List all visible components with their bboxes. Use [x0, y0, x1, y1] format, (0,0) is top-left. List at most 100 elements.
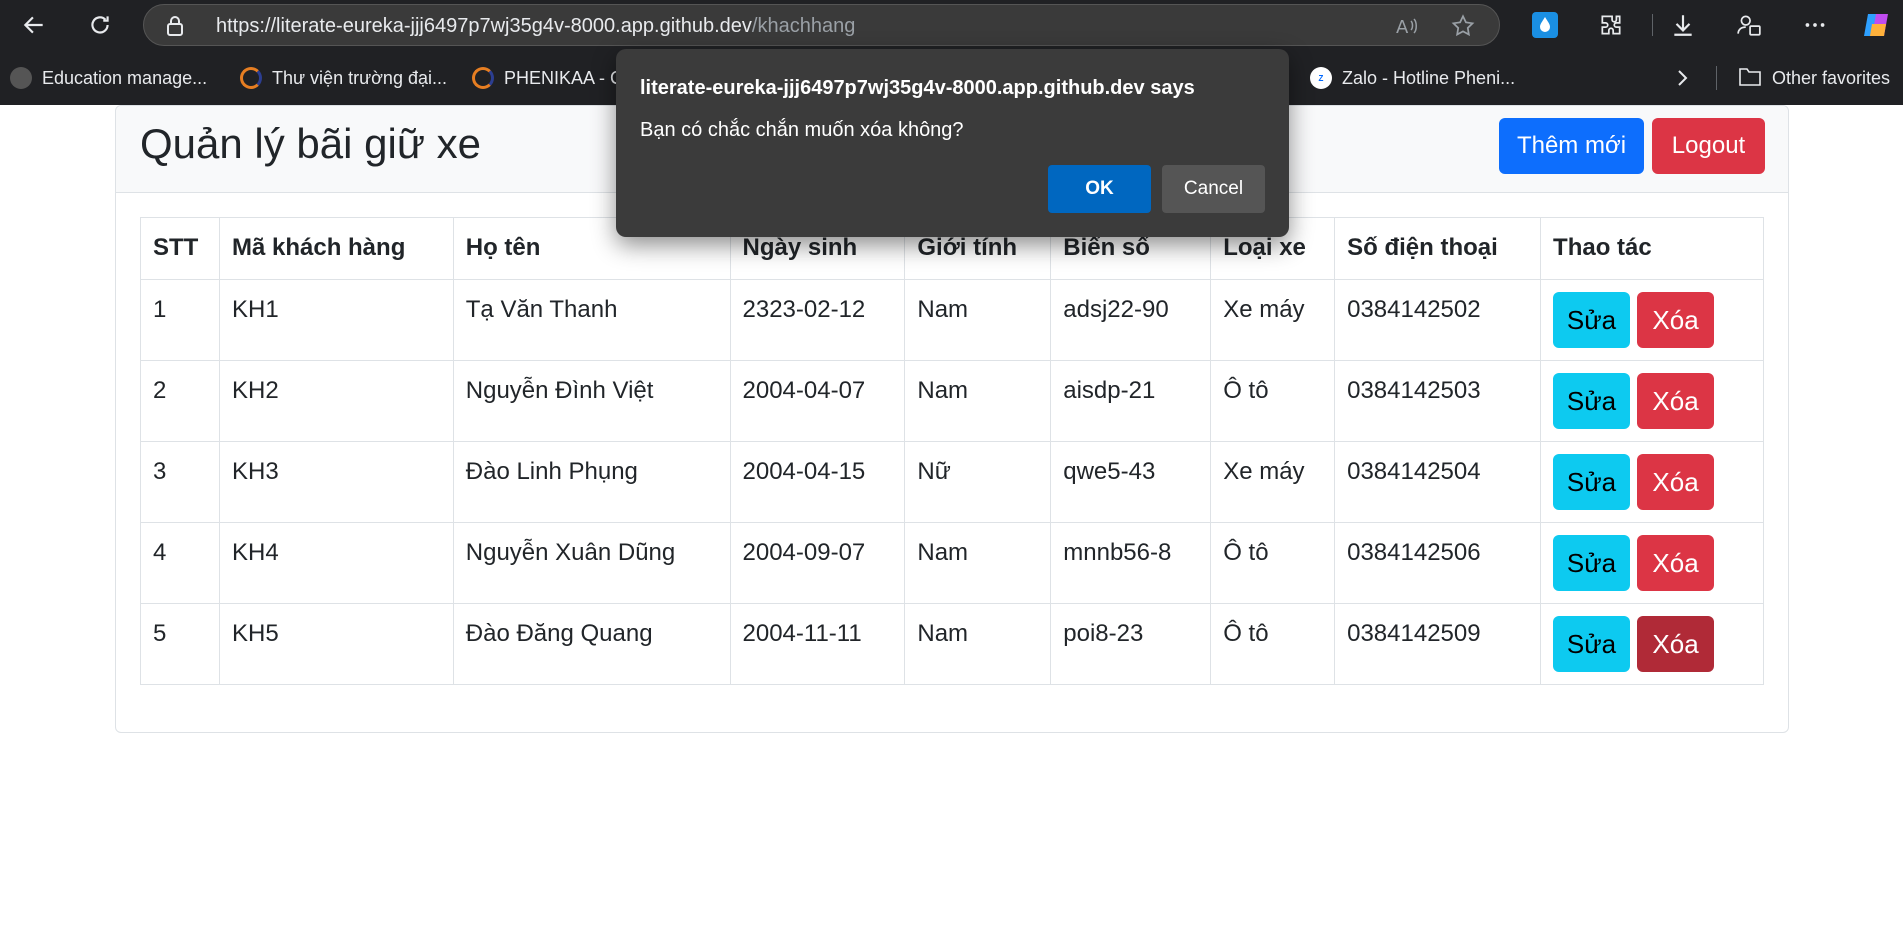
cell-ngay-sinh: 2004-04-15 — [729, 441, 906, 523]
extension-drop-icon[interactable] — [1530, 10, 1560, 40]
cell-actions: Sửa Xóa — [1540, 360, 1764, 442]
other-favorites-label: Other favorites — [1772, 67, 1891, 88]
delete-button[interactable]: Xóa — [1637, 292, 1715, 348]
table-row: 1 KH1 Tạ Văn Thanh 2323-02-12 Nam adsj22… — [140, 279, 1764, 361]
zalo-favicon-icon: Z — [1310, 67, 1332, 89]
profile-sync-icon[interactable] — [1734, 10, 1764, 40]
cell-ho-ten: Nguyễn Xuân Dũng — [452, 522, 731, 604]
svg-text:A: A — [1396, 17, 1409, 38]
favorite-star-icon[interactable] — [1450, 13, 1476, 39]
delete-button[interactable]: Xóa — [1637, 616, 1715, 672]
edit-button[interactable]: Sửa — [1553, 292, 1631, 348]
copilot-icon[interactable] — [1862, 10, 1892, 40]
cell-gioi-tinh: Nam — [904, 603, 1052, 685]
address-bar[interactable]: https://literate-eureka-jjj6497p7wj35g4v… — [143, 4, 1500, 46]
cell-ma-khach-hang: KH3 — [218, 441, 454, 523]
cell-stt: 4 — [140, 522, 220, 604]
education-favicon-icon — [10, 67, 32, 89]
bookmark-label: PHENIKAA - C — [504, 67, 624, 88]
header-stt: STT — [140, 217, 220, 280]
reload-icon[interactable] — [83, 8, 117, 42]
folder-icon — [1738, 65, 1762, 92]
delete-button[interactable]: Xóa — [1637, 454, 1715, 510]
bookmark-label: Thư viện trường đại... — [272, 67, 447, 88]
back-icon[interactable] — [17, 8, 51, 42]
table-row: 3 KH3 Đào Linh Phụng 2004-04-15 Nữ qwe5-… — [140, 441, 1764, 523]
cell-actions: Sửa Xóa — [1540, 441, 1764, 523]
cell-ho-ten: Đào Đăng Quang — [452, 603, 731, 685]
cell-ho-ten: Tạ Văn Thanh — [452, 279, 731, 361]
page-title: Quản lý bãi giữ xe — [140, 120, 481, 167]
edit-button[interactable]: Sửa — [1553, 373, 1631, 429]
read-aloud-icon[interactable]: A — [1394, 13, 1420, 39]
header-ma-khach-hang: Mã khách hàng — [218, 217, 454, 280]
cell-so-dien-thoai: 0384142509 — [1334, 603, 1542, 685]
cell-bien-so: mnnb56-8 — [1050, 522, 1212, 604]
dialog-ok-button[interactable]: OK — [1048, 165, 1151, 213]
cell-stt: 2 — [140, 360, 220, 442]
dialog-cancel-button[interactable]: Cancel — [1162, 165, 1265, 213]
bookmark-label: Zalo - Hotline Pheni... — [1342, 67, 1516, 88]
dialog-title: literate-eureka-jjj6497p7wj35g4v-8000.ap… — [640, 77, 1195, 99]
cell-so-dien-thoai: 0384142504 — [1334, 441, 1542, 523]
cell-loai-xe: Ô tô — [1210, 603, 1336, 685]
cell-bien-so: aisdp-21 — [1050, 360, 1212, 442]
add-new-button[interactable]: Thêm mới — [1499, 118, 1644, 174]
cell-loai-xe: Ô tô — [1210, 360, 1336, 442]
cell-ma-khach-hang: KH2 — [218, 360, 454, 442]
header-thao-tac: Thao tác — [1540, 217, 1764, 280]
cell-gioi-tinh: Nam — [904, 360, 1052, 442]
bookmarks-divider — [1716, 66, 1717, 90]
delete-button[interactable]: Xóa — [1637, 535, 1715, 591]
cell-bien-so: poi8-23 — [1050, 603, 1212, 685]
cell-loai-xe: Xe máy — [1210, 441, 1336, 523]
logout-button[interactable]: Logout — [1652, 118, 1765, 174]
cell-actions: Sửa Xóa — [1540, 279, 1764, 361]
customers-table: STT Mã khách hàng Họ tên Ngày sinh Giới … — [140, 217, 1764, 685]
cell-bien-so: adsj22-90 — [1050, 279, 1212, 361]
cell-loai-xe: Ô tô — [1210, 522, 1336, 604]
confirm-dialog: literate-eureka-jjj6497p7wj35g4v-8000.ap… — [616, 49, 1289, 237]
url-host: https://literate-eureka-jjj6497p7wj35g4v… — [216, 15, 752, 37]
cell-so-dien-thoai: 0384142502 — [1334, 279, 1542, 361]
cell-gioi-tinh: Nam — [904, 522, 1052, 604]
edit-button[interactable]: Sửa — [1553, 616, 1631, 672]
toolbar-divider — [1652, 14, 1653, 36]
extensions-icon[interactable] — [1596, 10, 1626, 40]
browser-toolbar: https://literate-eureka-jjj6497p7wj35g4v… — [0, 0, 1903, 50]
cell-actions: Sửa Xóa — [1540, 603, 1764, 685]
cell-ho-ten: Đào Linh Phụng — [452, 441, 731, 523]
cell-stt: 1 — [140, 279, 220, 361]
other-favorites[interactable]: Other favorites — [1738, 64, 1890, 92]
cell-stt: 3 — [140, 441, 220, 523]
bookmark-phenikaa[interactable]: PHENIKAA - C — [472, 64, 623, 92]
cell-ma-khach-hang: KH1 — [218, 279, 454, 361]
phenikaa-favicon-icon — [472, 67, 494, 89]
bookmark-label: Education manage... — [42, 67, 208, 88]
url-text: https://literate-eureka-jjj6497p7wj35g4v… — [216, 15, 855, 38]
cell-ngay-sinh: 2004-04-07 — [729, 360, 906, 442]
bookmark-education[interactable]: Education manage... — [10, 64, 207, 92]
more-menu-icon[interactable] — [1800, 10, 1830, 40]
cell-gioi-tinh: Nữ — [904, 441, 1052, 523]
cell-bien-so: qwe5-43 — [1050, 441, 1212, 523]
bookmark-thu-vien[interactable]: Thư viện trường đại... — [240, 64, 447, 92]
chevron-right-icon[interactable] — [1670, 66, 1694, 95]
dialog-message: Bạn có chắc chắn muốn xóa không? — [640, 119, 964, 141]
downloads-icon[interactable] — [1668, 10, 1698, 40]
cell-actions: Sửa Xóa — [1540, 522, 1764, 604]
bookmark-zalo[interactable]: Z Zalo - Hotline Pheni... — [1310, 64, 1515, 92]
table-row: 4 KH4 Nguyễn Xuân Dũng 2004-09-07 Nam mn… — [140, 522, 1764, 604]
cell-stt: 5 — [140, 603, 220, 685]
cell-ngay-sinh: 2323-02-12 — [729, 279, 906, 361]
edit-button[interactable]: Sửa — [1553, 454, 1631, 510]
lock-icon — [166, 16, 184, 41]
table-row: 2 KH2 Nguyễn Đình Việt 2004-04-07 Nam ai… — [140, 360, 1764, 442]
cell-ngay-sinh: 2004-09-07 — [729, 522, 906, 604]
cell-ho-ten: Nguyễn Đình Việt — [452, 360, 731, 442]
cell-ma-khach-hang: KH4 — [218, 522, 454, 604]
cell-gioi-tinh: Nam — [904, 279, 1052, 361]
thu-vien-favicon-icon — [240, 67, 262, 89]
edit-button[interactable]: Sửa — [1553, 535, 1631, 591]
delete-button[interactable]: Xóa — [1637, 373, 1715, 429]
